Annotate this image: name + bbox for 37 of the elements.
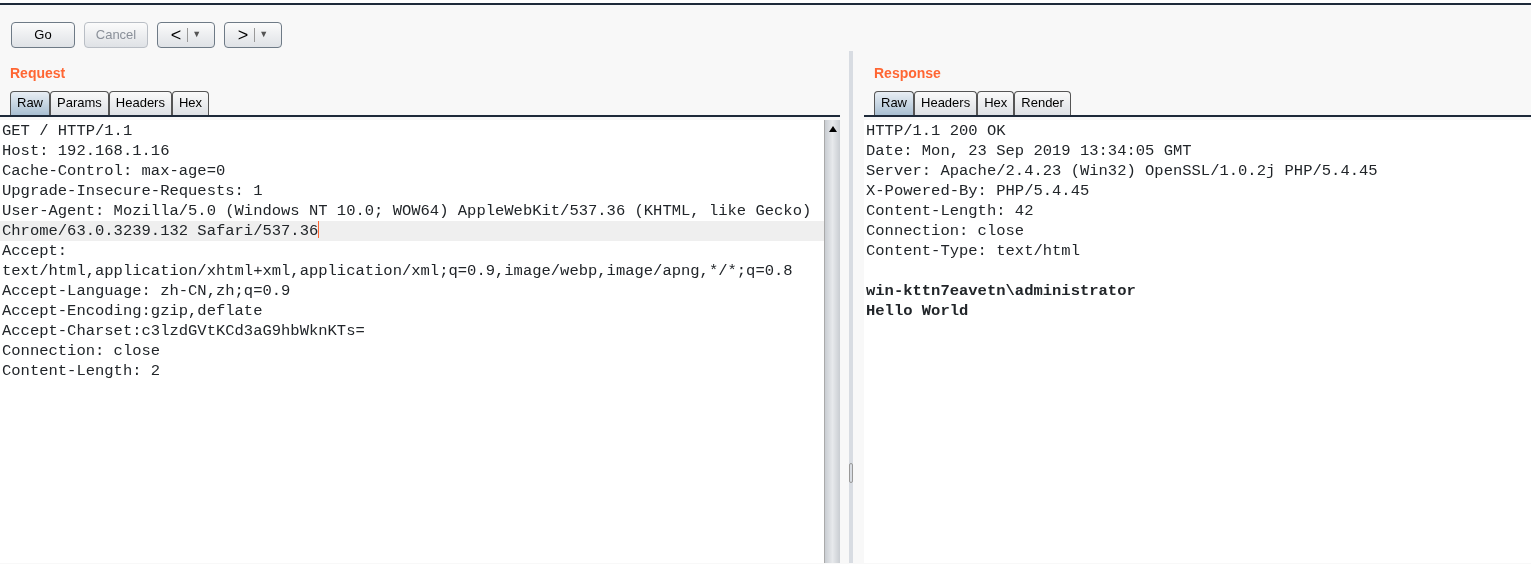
response-heading: Response (873, 64, 942, 83)
code-line: Accept-Charset:c3lzdGVtKCd3aG9hbWknKTs= (1, 321, 366, 341)
code-line: win-kttn7eavetn\administrator (865, 281, 1137, 301)
code-line: Accept: (1, 241, 69, 261)
code-line: Connection: close (1, 341, 162, 361)
code-line: GET / HTTP/1.1 (1, 121, 134, 141)
tab[interactable]: Raw (874, 91, 914, 115)
code-line: Server: Apache/2.4.23 (Win32) OpenSSL/1.0.2j PHP/5.4.45 (865, 161, 1379, 181)
forward-button[interactable]: > ▼ (224, 22, 282, 48)
code-line: Upgrade-Insecure-Requests: 1 (1, 181, 264, 201)
code-line: Content-Length: 2 (1, 361, 162, 381)
code-line: HTTP/1.1 200 OK (865, 121, 1007, 141)
code-line: Content-Length: 42 (865, 201, 1035, 221)
code-line: User-Agent: Mozilla/5.0 (Windows NT 10.0; WOW64) AppleWebKit/537.36 (KHTML, like Gecko) (1, 201, 813, 221)
code-line: Date: Mon, 23 Sep 2019 13:34:05 GMT (865, 141, 1193, 161)
code-line: text/html,application/xhtml+xml,application/xml;q=0.9,image/webp,image/apng,*/*;q=0.8 (1, 261, 794, 281)
code-line: Hello World (865, 301, 970, 321)
tab[interactable]: Headers (914, 91, 978, 115)
tab[interactable]: Render (1014, 91, 1071, 115)
back-button[interactable]: < ▼ (157, 22, 215, 48)
go-button[interactable]: Go (11, 22, 75, 48)
drag-handle[interactable] (849, 463, 853, 483)
scrollbar[interactable] (824, 120, 840, 563)
tab[interactable]: Hex (977, 91, 1015, 115)
code-line: Accept-Encoding:gzip,deflate (1, 301, 264, 321)
tab[interactable]: Headers (108, 91, 172, 115)
code-line: Connection: close (865, 221, 1026, 241)
code-line: Content-Type: text/html (865, 241, 1081, 261)
code-line: X-Powered-By: PHP/5.4.45 (865, 181, 1091, 201)
code-line: Accept-Language: zh-CN,zh;q=0.9 (1, 281, 292, 301)
code-line: Cache-Control: max-age=0 (1, 161, 227, 181)
tab[interactable]: Raw (10, 91, 50, 115)
code-line: Host: 192.168.1.16 (1, 141, 171, 161)
text-cursor (318, 221, 320, 238)
tab[interactable]: Hex (171, 91, 210, 115)
request-heading: Request (9, 64, 67, 83)
tab[interactable]: Params (50, 91, 109, 115)
